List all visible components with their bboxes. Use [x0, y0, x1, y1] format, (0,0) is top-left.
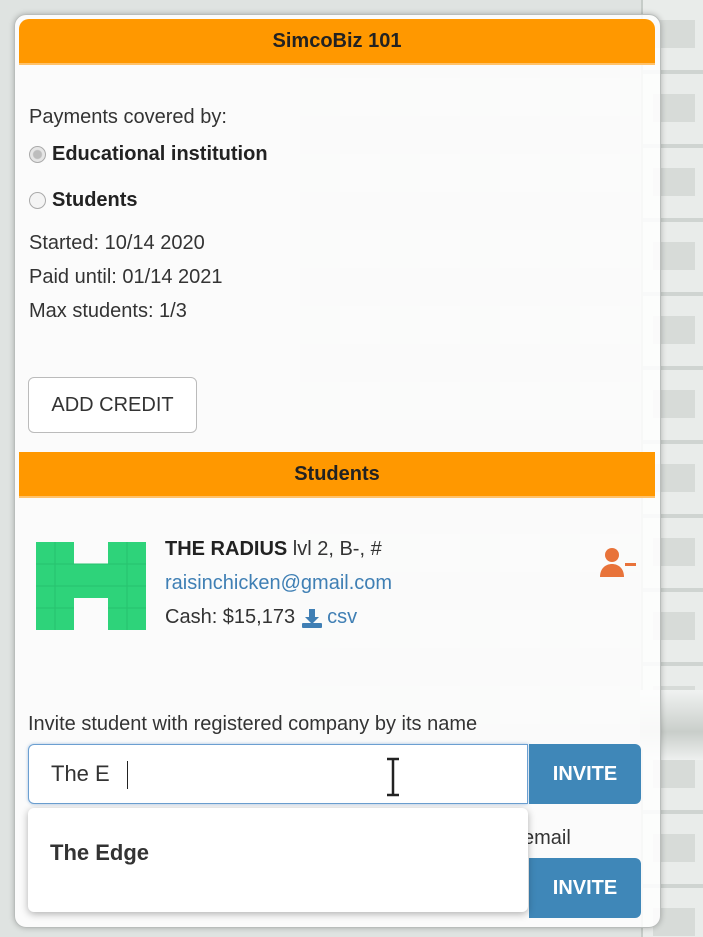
students-header: Students: [19, 452, 655, 498]
company-name-field[interactable]: [29, 745, 527, 803]
payments-label: Payments covered by:: [29, 106, 227, 128]
remove-student-icon[interactable]: [598, 545, 638, 579]
csv-label: csv: [327, 606, 358, 628]
course-panel: SimcoBiz 101 Payments covered by: Educat…: [14, 14, 661, 928]
max-students: Max students: 1/3: [29, 300, 187, 322]
text-cursor-icon: [387, 757, 399, 797]
text-caret: [127, 761, 128, 789]
student-email[interactable]: raisinchicken@gmail.com: [165, 572, 392, 595]
radio-button-checked[interactable]: [29, 146, 46, 163]
invite-by-email-label: email: [523, 827, 571, 849]
student-company-name[interactable]: THE RADIUS: [165, 538, 287, 560]
started-date: Started: 10/14 2020: [29, 232, 205, 254]
course-title: SimcoBiz 101: [19, 19, 655, 65]
student-cash: Cash: $15,173: [165, 606, 296, 628]
student-company-line: THE RADIUS lvl 2, B-, #: [165, 538, 382, 561]
paid-until-date: Paid until: 01/14 2021: [29, 266, 223, 288]
radio-label-educational: Educational institution: [52, 143, 268, 165]
radio-educational-institution[interactable]: Educational institution: [29, 143, 268, 166]
radio-label-students: Students: [52, 189, 138, 211]
student-cash-line: Cash: $15,173 csv: [165, 606, 357, 629]
student-company-meta: lvl 2, B-, #: [287, 538, 382, 560]
company-name-input[interactable]: [28, 744, 528, 804]
autocomplete-option[interactable]: The Edge: [50, 840, 149, 866]
radio-button[interactable]: [29, 192, 46, 209]
autocomplete-dropdown: The Edge: [28, 808, 528, 912]
csv-download-link[interactable]: csv: [301, 606, 357, 629]
invite-by-email-button[interactable]: INVITE: [529, 858, 641, 918]
radio-students[interactable]: Students: [29, 189, 138, 212]
company-logo: [36, 542, 146, 630]
download-icon: [302, 608, 323, 628]
add-credit-button[interactable]: ADD CREDIT: [28, 377, 197, 433]
invite-by-name-label: Invite student with registered company b…: [28, 713, 478, 735]
invite-by-name-button[interactable]: INVITE: [529, 744, 641, 804]
